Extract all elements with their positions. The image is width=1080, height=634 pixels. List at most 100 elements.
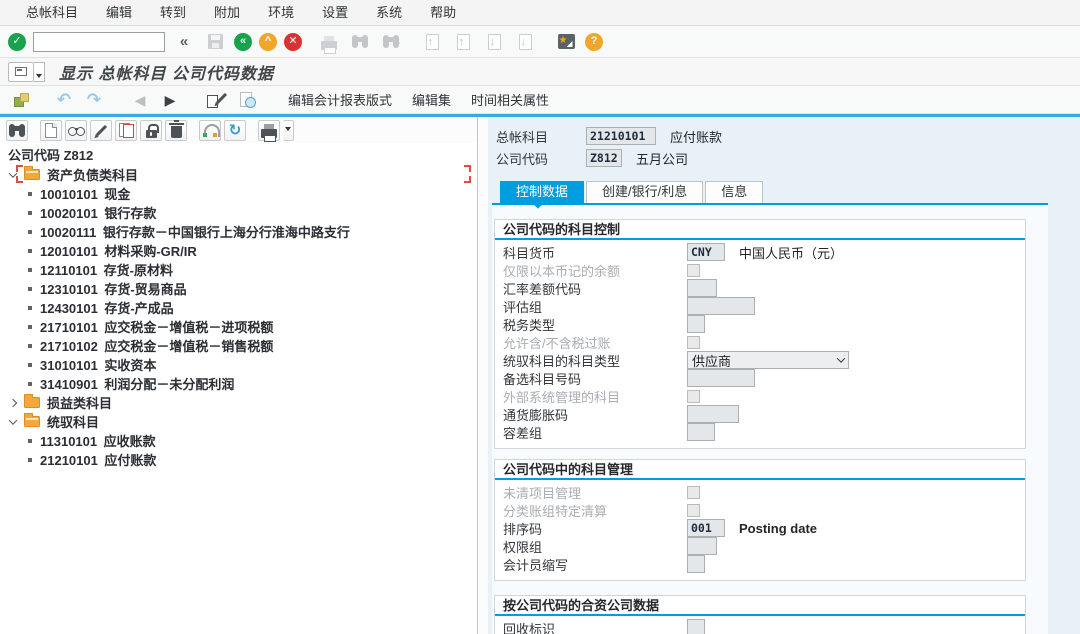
group-box-title: 公司代码中的科目管理 [495,460,1025,480]
undo-icon[interactable]: ↶ [52,88,76,112]
tree-account-row[interactable]: 31410901 利润分配－未分配利润 [0,374,477,393]
tree-account-row[interactable]: 10020101 银行存款 [0,203,477,222]
leaf-bullet-icon [28,249,32,253]
leaf-bullet-icon [28,230,32,234]
tree-account-row[interactable]: 11310101 应收账款 [0,431,477,450]
document-globe-icon[interactable] [234,88,258,112]
tree-folder-row[interactable]: 统驭科目 [0,412,477,431]
menu-item-8[interactable]: 帮助 [416,0,470,26]
caret-down-icon [36,74,42,78]
checkbox [687,486,700,499]
print-dropdown-caret[interactable] [283,120,294,141]
form-field-row: 统驭科目的科目类型供应商 [495,351,1025,369]
input-field[interactable] [687,405,739,423]
leaf-bullet-icon [28,287,32,291]
app-toolbar-button-2[interactable]: 编辑集 [402,88,461,112]
print-icon [317,30,341,54]
tab-1[interactable]: 控制数据 [500,181,584,203]
field-label: 评估组 [503,297,687,316]
input-field[interactable]: CNY [687,243,725,261]
gui-services-caret-button[interactable] [34,62,45,82]
tree-header: 公司代码 Z812 [0,147,477,165]
tree-account-row[interactable]: 12430101 存货-产成品 [0,298,477,317]
next-icon[interactable]: ▶ [158,88,182,112]
splitter-sash[interactable] [478,117,488,634]
menu-item-7[interactable]: 系统 [362,0,416,26]
tree-folder-row[interactable]: 资产负债类科目 [0,165,477,184]
input-field[interactable] [687,279,717,297]
field-value-box[interactable]: 21210101 [586,127,656,145]
gui-services-button[interactable] [8,62,34,82]
input-field[interactable] [687,369,755,387]
copy-icon[interactable] [115,120,137,141]
tree-account-row[interactable]: 12110101 存货-原材料 [0,260,477,279]
command-field-input[interactable] [33,32,165,52]
transfer-icon[interactable] [199,120,221,141]
change-icon[interactable] [90,120,112,141]
other-object-icon[interactable] [10,88,34,112]
find-icon[interactable] [6,120,28,141]
new-session-icon[interactable] [554,30,578,54]
tree-account-label: 12110101 存货-原材料 [40,260,173,279]
create-icon[interactable] [40,120,62,141]
tree-account-row[interactable]: 31010101 实收资本 [0,355,477,374]
back-icon[interactable]: « [234,33,252,51]
menu-item-6[interactable]: 设置 [308,0,362,26]
tree-account-row[interactable]: 21710102 应交税金－增值税－销售税额 [0,336,477,355]
app-toolbar-button-3[interactable]: 时间相关属性 [461,88,559,112]
display-change-icon[interactable] [204,88,228,112]
form-field-row: 仅限以本币记的余额 [495,261,1025,279]
form-field-row: 容差组 [495,423,1025,441]
leaf-bullet-icon [28,325,32,329]
tree-account-row[interactable]: 12310101 存货-贸易商品 [0,279,477,298]
tab-3[interactable]: 信息 [705,181,763,203]
app-toolbar-button-1[interactable]: 编辑会计报表版式 [278,88,402,112]
block-icon[interactable] [140,120,162,141]
help-icon[interactable]: ? [585,33,603,51]
tree-account-row[interactable]: 21710101 应交税金－增值税－进项税额 [0,317,477,336]
header-field-row: 总帐科目21210101应付账款 [496,125,1080,147]
chevron-right-icon[interactable] [9,398,17,406]
field-label: 会计员缩写 [503,555,687,574]
delete-icon[interactable] [165,120,187,141]
field-label: 汇率差额代码 [503,279,687,298]
chevron-down-icon[interactable] [9,169,17,177]
collapse-icon[interactable]: « [172,30,196,54]
menu-item-3[interactable]: 转到 [146,0,200,26]
tab-2[interactable]: 创建/银行/利息 [586,181,703,203]
field-description: Posting date [739,521,817,536]
group-box: 按公司代码的合资公司数据回收标识 [494,595,1026,634]
menu-item-5[interactable]: 环境 [254,0,308,26]
form-field-row: 税务类型 [495,315,1025,333]
field-value-box[interactable]: Z812 [586,149,622,167]
input-field[interactable] [687,315,705,333]
input-field[interactable] [687,423,715,441]
exit-icon[interactable]: ^ [259,33,277,51]
tree-account-row[interactable]: 21210101 应付账款 [0,450,477,469]
tree-folder-row[interactable]: 损益类科目 [0,393,477,412]
page-up-icon: ↑ [451,30,475,54]
input-field[interactable] [687,537,717,555]
menu-bar: 总帐科目编辑转到附加环境设置系统帮助 [0,0,1080,26]
input-field[interactable] [687,555,705,573]
chevron-down-icon[interactable] [9,416,17,424]
field-label: 权限组 [503,537,687,556]
redo-icon[interactable]: ↷ [82,88,106,112]
cancel-icon[interactable]: ✕ [284,33,302,51]
field-label: 容差组 [503,423,687,442]
menu-item-2[interactable]: 编辑 [92,0,146,26]
input-field[interactable]: 001 [687,519,725,537]
display-icon[interactable] [65,120,87,141]
enter-icon[interactable]: ✓ [8,33,26,51]
input-field[interactable] [687,297,755,315]
menu-item-4[interactable]: 附加 [200,0,254,26]
tree-account-row[interactable]: 10010101 现金 [0,184,477,203]
menu-item-1[interactable]: 总帐科目 [12,0,92,26]
select-field[interactable]: 供应商 [687,351,849,369]
input-field[interactable] [687,619,705,634]
print-icon[interactable] [258,120,280,141]
tree-account-row[interactable]: 12010101 材料采购-GR/IR [0,241,477,260]
refresh-icon[interactable]: ↻ [224,120,246,141]
selection-corner [464,176,471,183]
tree-account-row[interactable]: 10020111 银行存款－中国银行上海分行淮海中路支行 [0,222,477,241]
